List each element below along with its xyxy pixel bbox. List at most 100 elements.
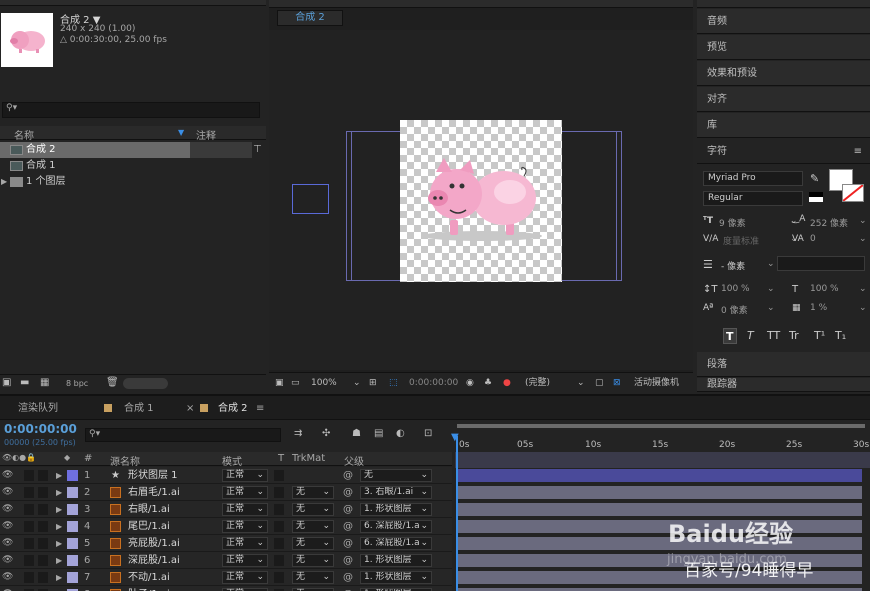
solo-toggle[interactable]: [24, 538, 34, 549]
frame-blending-icon[interactable]: ▤: [374, 428, 383, 439]
parent-select[interactable]: 3. 右眼/1.ai ⌄: [360, 486, 432, 499]
eye-icon[interactable]: 👁: [2, 586, 13, 591]
layer-name[interactable]: 亮屁股/1.ai: [128, 535, 180, 552]
draft-3d-icon[interactable]: ✣: [322, 428, 330, 439]
pig-illustration[interactable]: [400, 120, 562, 282]
stroke-color-swatch[interactable]: [842, 184, 864, 202]
preserve-transparency-toggle[interactable]: [274, 504, 284, 515]
trash-icon[interactable]: 🗑: [106, 377, 119, 388]
solo-toggle[interactable]: [24, 521, 34, 532]
tracking-value[interactable]: 0: [810, 234, 816, 244]
snapshot-icon[interactable]: ◉: [466, 377, 474, 389]
parent-pickwhip-icon[interactable]: @: [343, 518, 353, 535]
eye-icon[interactable]: 👁: [2, 535, 13, 552]
expand-arrow-icon[interactable]: ▶: [56, 518, 62, 535]
col-parent[interactable]: 父级: [344, 453, 364, 468]
blend-mode-select[interactable]: 正常⌄: [222, 554, 268, 567]
label-color-swatch[interactable]: [67, 521, 78, 532]
layer-duration-bar[interactable]: [458, 469, 862, 482]
parent-pickwhip-icon[interactable]: @: [343, 501, 353, 518]
viewer-tabs[interactable]: [269, 0, 693, 8]
panel-character[interactable]: 字符 ≡: [697, 139, 870, 164]
panel-effects-presets[interactable]: 效果和预设: [697, 61, 870, 86]
label-color-swatch[interactable]: [67, 538, 78, 549]
label-color-swatch[interactable]: [67, 572, 78, 583]
bpc-label[interactable]: 8 bpc: [66, 379, 88, 388]
dropdown-icon[interactable]: ⌄: [859, 216, 867, 226]
font-size-value[interactable]: 9 像素: [719, 216, 746, 229]
lock-toggle[interactable]: [38, 470, 48, 481]
chevron-down-icon[interactable]: ⌄: [577, 377, 585, 389]
layer-duration-bar[interactable]: [458, 503, 862, 516]
parent-pickwhip-icon[interactable]: @: [343, 586, 353, 591]
region-of-interest-icon[interactable]: ▢: [595, 377, 604, 389]
parent-select[interactable]: 1. 形状图层⌄: [360, 571, 432, 584]
expand-arrow-icon[interactable]: ▶: [56, 535, 62, 552]
faux-bold-button[interactable]: T: [723, 328, 737, 344]
parent-pickwhip-icon[interactable]: @: [343, 535, 353, 552]
stroke-width-value[interactable]: - 像素: [721, 259, 745, 272]
panel-paragraph[interactable]: 段落: [697, 352, 870, 377]
tsume-value[interactable]: 1 %: [810, 303, 827, 313]
lock-toggle[interactable]: [38, 521, 48, 532]
solo-toggle[interactable]: [24, 487, 34, 498]
mask-visibility-icon[interactable]: ⬚: [389, 377, 398, 389]
font-style-select[interactable]: Regular: [703, 191, 803, 206]
expand-arrow-icon[interactable]: ▶: [1, 174, 7, 190]
expand-arrow-icon[interactable]: ▶: [56, 501, 62, 518]
solo-toggle[interactable]: [24, 572, 34, 583]
label-color-swatch[interactable]: [67, 487, 78, 498]
expand-arrow-icon[interactable]: ▶: [56, 569, 62, 586]
blend-mode-select[interactable]: 正常⌄: [222, 537, 268, 550]
layer-name[interactable]: 形状图层 1: [128, 467, 178, 484]
blend-mode-select[interactable]: 正常⌄: [222, 503, 268, 516]
solo-toggle[interactable]: [24, 470, 34, 481]
color-channels-icon[interactable]: ●: [503, 377, 511, 389]
layer-name[interactable]: 深屁股/1.ai: [128, 552, 180, 569]
lock-toggle[interactable]: [38, 538, 48, 549]
interpret-footage-icon[interactable]: ▣: [2, 377, 11, 388]
black-white-swatch[interactable]: [809, 192, 823, 202]
dropdown-icon[interactable]: ⌄: [859, 234, 867, 244]
panel-tracker[interactable]: 跟踪器: [697, 378, 870, 392]
trkmat-select[interactable]: 无⌄: [292, 537, 334, 550]
project-item[interactable]: ▶ 1 个图层: [0, 174, 252, 190]
blend-mode-select[interactable]: 正常⌄: [222, 571, 268, 584]
zoom-select[interactable]: 100%: [311, 377, 337, 389]
preserve-transparency-toggle[interactable]: [274, 555, 284, 566]
parent-select[interactable]: 6. 深屁股/1.ai ⌄: [360, 537, 432, 550]
eye-icon[interactable]: 👁: [2, 518, 13, 535]
layer-name[interactable]: 右眉毛/1.ai: [128, 484, 180, 501]
camera-select[interactable]: 活动摄像机: [634, 377, 679, 389]
col-mode[interactable]: 模式: [222, 453, 242, 468]
panel-menu-icon[interactable]: ≡: [854, 139, 862, 164]
layer-duration-bar[interactable]: [458, 486, 862, 499]
layer-name[interactable]: 肚子/1.ai: [128, 586, 170, 591]
panel-library[interactable]: 库: [697, 113, 870, 138]
dropdown-icon[interactable]: ⌄: [767, 259, 775, 269]
font-family-select[interactable]: Myriad Pro: [703, 171, 803, 186]
panel-preview[interactable]: 预览: [697, 35, 870, 60]
parent-select[interactable]: 1. 形状图层⌄: [360, 503, 432, 516]
col-trkmat[interactable]: TrkMat: [292, 453, 325, 464]
comp-canvas[interactable]: [400, 120, 562, 282]
baseline-shift-value[interactable]: 0 像素: [721, 303, 748, 316]
viewer-canvas-area[interactable]: [269, 30, 693, 370]
lock-toggle[interactable]: [38, 504, 48, 515]
timeline-timecode[interactable]: 0:00:00:00: [4, 422, 77, 436]
new-composition-icon[interactable]: ▦: [40, 377, 49, 388]
superscript-button[interactable]: T¹: [814, 329, 825, 342]
graph-editor-icon[interactable]: ⊡: [424, 428, 432, 439]
parent-pickwhip-icon[interactable]: @: [343, 484, 353, 501]
eyedropper-icon[interactable]: ✎: [810, 172, 819, 185]
layer-name[interactable]: 右眼/1.ai: [128, 501, 170, 518]
layer-row[interactable]: 👁 ▶ 3 右眼/1.ai 正常 ⌄ 无 ⌄ @1. 形状图层 ⌄: [0, 501, 452, 518]
all-caps-button[interactable]: TT: [767, 329, 780, 342]
transparency-grid-icon[interactable]: ⊠: [613, 377, 621, 389]
blend-mode-select[interactable]: 正常⌄: [222, 520, 268, 533]
parent-select[interactable]: 6. 深屁股/1.ai ⌄: [360, 520, 432, 533]
layer-row[interactable]: 👁 ▶ 4 尾巴/1.ai 正常 ⌄ 无 ⌄ @6. 深屁股/1.ai ⌄: [0, 518, 452, 535]
trkmat-select[interactable]: 无⌄: [292, 503, 334, 516]
project-item[interactable]: 合成 2: [0, 142, 190, 158]
leading-value[interactable]: 252 像素: [810, 216, 848, 229]
